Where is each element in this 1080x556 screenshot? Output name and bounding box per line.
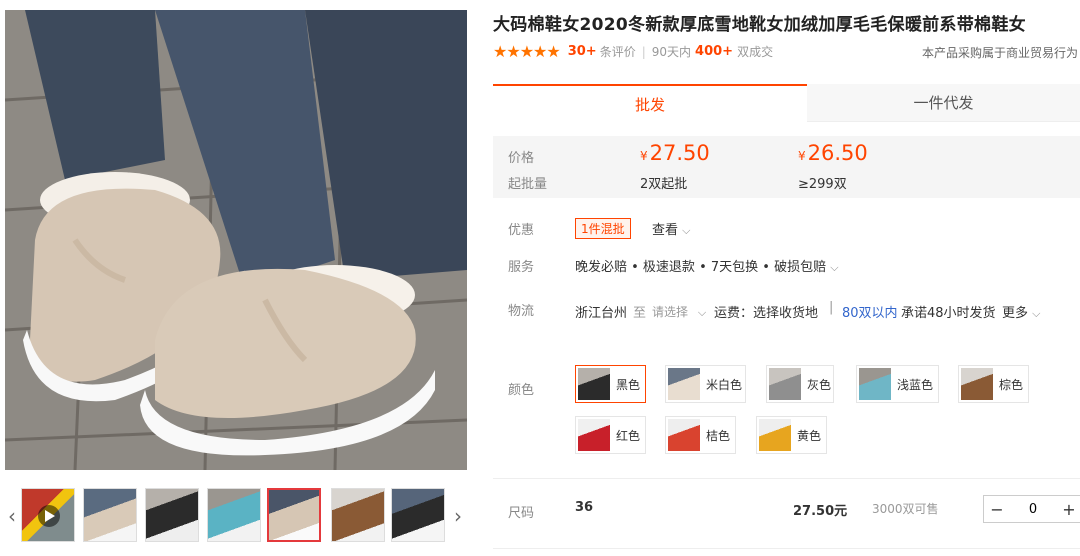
chevron-down-icon: ⌵ xyxy=(682,224,691,237)
color-swatch-image xyxy=(668,419,700,451)
thumbnail-strip: ‹ › xyxy=(5,486,467,546)
color-option-grey[interactable]: 灰色 xyxy=(766,365,834,403)
size-price: 27.50元 xyxy=(793,504,848,519)
main-product-photo xyxy=(5,10,467,470)
chevron-down-icon: ⌵ xyxy=(830,261,839,274)
play-icon xyxy=(38,505,60,527)
review-count[interactable]: 30+ xyxy=(568,44,597,59)
review-label[interactable]: 条评价 xyxy=(600,43,636,60)
quantity-minus-button[interactable]: − xyxy=(984,500,1010,519)
color-option-black[interactable]: 黑色 xyxy=(575,365,646,403)
color-swatch-image xyxy=(578,419,610,451)
service-guarantees[interactable]: 晚发必赔 • 极速退款 • 7天包换 • 破损包赔 ⌵ xyxy=(575,256,839,275)
color-option-orange[interactable]: 桔色 xyxy=(665,416,736,454)
size-value: 36 xyxy=(575,500,594,515)
color-option-brown[interactable]: 棕色 xyxy=(958,365,1029,403)
separator: | xyxy=(829,300,834,315)
purchase-mode-tabs: 批发 一件代发 xyxy=(493,84,1080,122)
quantity-stepper: − + xyxy=(983,495,1080,523)
mix-batch-badge: 1件混批 xyxy=(575,218,631,239)
price-label: 价格 xyxy=(508,151,535,166)
color-label: 颜色 xyxy=(508,383,535,398)
thumbnail-4[interactable] xyxy=(207,488,261,542)
color-option-light-blue[interactable]: 浅蓝色 xyxy=(856,365,939,403)
price-tier-1: ¥27.50 xyxy=(640,141,710,165)
shipping-fee: 运费：选择收货地 xyxy=(714,306,819,321)
thumb-next-arrow-icon[interactable]: › xyxy=(451,486,465,546)
trade-notice: 本产品采购属于商业贸易行为 xyxy=(921,46,1078,60)
promo-label: 优惠 xyxy=(508,223,535,238)
price-tier-1-qty: 2双起批 xyxy=(640,177,688,192)
color-swatch-image xyxy=(859,368,891,400)
thumbnail-6[interactable] xyxy=(331,488,385,542)
chevron-down-icon: ⌵ xyxy=(1032,307,1041,320)
thumbnail-video[interactable] xyxy=(21,488,75,542)
logistics-label: 物流 xyxy=(508,304,535,319)
thumbnail-2[interactable] xyxy=(83,488,137,542)
period-label: 90天内 xyxy=(651,45,692,59)
shoe-photo-illustration xyxy=(5,10,467,470)
ship-origin: 浙江台州 xyxy=(575,306,628,321)
color-swatch-image xyxy=(759,419,791,451)
size-stock: 3000双可售 xyxy=(872,502,939,516)
product-title: 大码棉鞋女2020冬新款厚底雪地靴女加绒加厚毛毛保暖前系带棉鞋女 xyxy=(493,15,1026,35)
color-option-red[interactable]: 红色 xyxy=(575,416,646,454)
ship-to: 至 xyxy=(633,306,647,321)
color-swatch-image xyxy=(578,368,610,400)
delivery-within: 80双以内 xyxy=(842,306,898,321)
size-label: 尺码 xyxy=(508,506,535,521)
ship-promise: 承诺48小时发货 xyxy=(901,306,996,321)
price-tier-2: ¥26.50 xyxy=(798,141,868,165)
thumbnail-5-active[interactable] xyxy=(267,488,321,542)
tab-wholesale[interactable]: 批发 xyxy=(493,84,807,122)
color-swatch-image xyxy=(769,368,801,400)
sold-count: 400+ xyxy=(695,44,734,59)
divider xyxy=(493,478,1080,479)
logistics-more-link[interactable]: 更多 ⌵ xyxy=(1002,302,1041,321)
sold-label: 双成交 xyxy=(737,45,774,59)
price-box: 价格 起批量 ¥27.50 2双起批 ¥26.50 ≥299双 xyxy=(493,136,1080,198)
rating-row: ★★★★★ 30+ 条评价 | 90天内 400+ 双成交 xyxy=(493,42,773,61)
color-option-beige[interactable]: 米白色 xyxy=(665,365,746,403)
separator: | xyxy=(641,44,646,59)
promo-view-link[interactable]: 查看 ⌵ xyxy=(652,219,691,238)
quantity-plus-button[interactable]: + xyxy=(1056,500,1080,519)
thumb-prev-arrow-icon[interactable]: ‹ xyxy=(5,486,19,546)
color-option-yellow[interactable]: 黄色 xyxy=(756,416,827,454)
thumbnail-7[interactable] xyxy=(391,488,445,542)
service-label: 服务 xyxy=(508,260,535,275)
price-tier-2-qty: ≥299双 xyxy=(798,177,847,192)
destination-select[interactable]: 请选择 ⌵ xyxy=(652,303,706,320)
quantity-input[interactable] xyxy=(1010,500,1056,518)
color-swatch-image xyxy=(961,368,993,400)
rating-stars-icon: ★★★★★ xyxy=(493,42,561,61)
thumbnail-3[interactable] xyxy=(145,488,199,542)
divider xyxy=(493,548,1080,549)
tab-dropship[interactable]: 一件代发 xyxy=(807,84,1080,122)
chevron-down-icon: ⌵ xyxy=(697,306,707,319)
color-swatch-image xyxy=(668,368,700,400)
moq-label: 起批量 xyxy=(508,177,548,192)
